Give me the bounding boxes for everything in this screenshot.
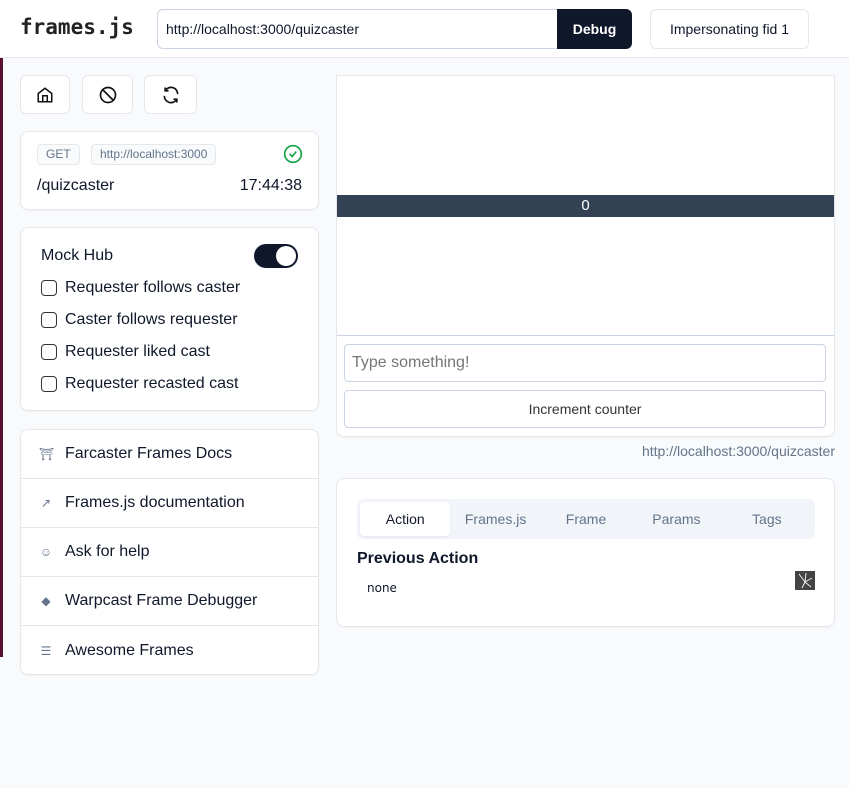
increment-counter-button[interactable]: Increment counter [344, 390, 826, 428]
check-circle-icon [283, 144, 303, 164]
tab-framesjs[interactable]: Frames.js [450, 502, 540, 536]
link-awesome-frames[interactable]: ☰ Awesome Frames [21, 626, 318, 675]
request-time: 17:44:38 [239, 177, 302, 194]
tab-tags[interactable]: Tags [722, 502, 812, 536]
option-label: Requester recasted cast [65, 375, 239, 392]
frame-card: 0 Increment counter [336, 75, 835, 437]
chat-heart-icon: ☺ [39, 545, 53, 559]
option-label: Caster follows requester [65, 311, 238, 328]
debug-panel: Action Frames.js Frame Params Tags Previ… [336, 478, 835, 627]
checkbox[interactable] [41, 312, 57, 328]
broken-image-icon [795, 571, 815, 590]
mock-option[interactable]: Requester liked cast [41, 336, 298, 368]
frame-image: 0 [337, 76, 834, 336]
link-label: Frames.js documentation [65, 494, 245, 511]
links-card: ⛩ Farcaster Frames Docs ↗ Frames.js docume… [20, 429, 319, 675]
counter-bar: 0 [337, 195, 834, 217]
method-badge: GET [37, 144, 80, 165]
home-icon [37, 86, 53, 102]
mock-hub-label: Mock Hub [41, 247, 114, 264]
link-label: Warpcast Frame Debugger [65, 592, 258, 609]
previous-action-heading: Previous Action [357, 550, 479, 567]
previous-action-value: none [367, 581, 397, 595]
tab-action[interactable]: Action [360, 502, 451, 536]
mock-option[interactable]: Caster follows requester [41, 304, 298, 336]
window-edge [0, 57, 3, 657]
request-path: /quizcaster [37, 177, 115, 194]
mock-hub-toggle[interactable] [254, 244, 298, 268]
link-warpcast-debugger[interactable]: ◆ Warpcast Frame Debugger [21, 577, 318, 626]
checkbox[interactable] [41, 376, 57, 392]
arrow-up-right-icon: ↗ [40, 496, 52, 510]
request-card[interactable]: GET http://localhost:3000 /quizcaster 17… [20, 131, 319, 210]
link-label: Ask for help [65, 543, 150, 560]
refresh-icon [162, 86, 179, 103]
refresh-button[interactable] [144, 75, 197, 114]
farcaster-icon: ⛩ [39, 447, 55, 461]
stop-button[interactable] [82, 75, 133, 114]
link-label: Awesome Frames [65, 641, 194, 659]
tab-params[interactable]: Params [631, 502, 721, 536]
frame-text-input[interactable] [344, 344, 826, 382]
home-button[interactable] [20, 75, 70, 114]
checkbox[interactable] [41, 280, 57, 296]
tab-list: Action Frames.js Frame Params Tags [357, 499, 815, 539]
impersonate-button[interactable]: Impersonating fid 1 [650, 9, 809, 49]
link-ask-help[interactable]: ☺ Ask for help [21, 528, 318, 577]
option-label: Requester follows caster [65, 279, 241, 296]
diamond-icon: ◆ [41, 594, 51, 608]
host-badge: http://localhost:3000 [91, 144, 217, 165]
ban-icon [99, 86, 116, 103]
link-label: Farcaster Frames Docs [65, 445, 233, 462]
url-input[interactable] [157, 9, 558, 49]
option-label: Requester liked cast [65, 343, 210, 360]
frame-url: http://localhost:3000/quizcaster [641, 443, 835, 459]
checkbox[interactable] [41, 344, 57, 360]
list-icon: ☰ [40, 643, 52, 658]
mock-option[interactable]: Requester follows caster [41, 272, 298, 304]
mock-hub-card: Mock Hub Requester follows caster Caster… [20, 227, 319, 411]
logo: frames.js [20, 15, 134, 39]
link-farcaster-docs[interactable]: ⛩ Farcaster Frames Docs [21, 430, 318, 479]
mock-option[interactable]: Requester recasted cast [41, 368, 298, 400]
link-framesjs-docs[interactable]: ↗ Frames.js documentation [21, 479, 318, 528]
tab-frame[interactable]: Frame [541, 502, 631, 536]
debug-button[interactable]: Debug [557, 9, 632, 49]
